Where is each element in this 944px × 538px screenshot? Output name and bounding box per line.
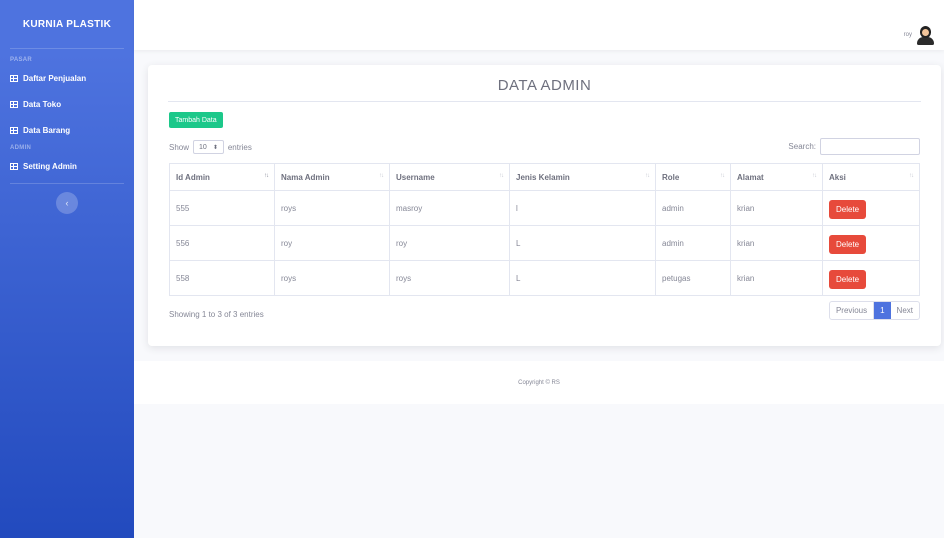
chevron-left-icon: ‹	[65, 198, 69, 208]
cell-alamat: krian	[730, 260, 823, 296]
cell-nama: roys	[274, 190, 390, 226]
sort-icon: ↑↓	[812, 173, 817, 179]
user-menu[interactable]: roy	[903, 26, 934, 45]
delete-button[interactable]: Delete	[829, 199, 867, 219]
entries-label: entries	[227, 142, 252, 152]
footer: Copyright © RS	[134, 361, 944, 404]
next-page-button[interactable]: Next	[891, 302, 919, 319]
cell-aksi: Delete	[822, 260, 920, 296]
table-icon	[10, 162, 18, 170]
column-header-nama-admin[interactable]: Nama Admin ↑↓	[274, 163, 390, 191]
data-admin-card: DATA ADMIN Tambah Data Show 10 ⬍ entries…	[148, 65, 941, 346]
sort-icon: ↑↓	[379, 173, 384, 179]
sort-icon: ↑↓	[264, 173, 269, 179]
cell-id: 558	[169, 260, 275, 296]
sidebar-toggle-button[interactable]: ‹	[56, 192, 78, 214]
table-row: 558 roys roys L petugas krian Delete	[169, 260, 920, 296]
table-info: Showing 1 to 3 of 3 entries	[169, 310, 264, 319]
sidebar: KURNIA PLASTIK PASAR Daftar Penjualan Da…	[0, 0, 134, 538]
cell-jenis-kelamin: L	[509, 225, 656, 261]
sidebar-item-setting-admin[interactable]: Setting Admin	[0, 153, 134, 179]
cell-username: masroy	[389, 190, 510, 226]
sort-icon: ↑↓	[909, 173, 914, 179]
pagination: Previous 1 Next	[828, 301, 920, 320]
page-title: DATA ADMIN	[497, 77, 592, 94]
previous-page-button[interactable]: Previous	[830, 302, 875, 319]
cell-alamat: krian	[730, 190, 823, 226]
entries-select[interactable]: 10 ⬍	[193, 140, 224, 154]
card-divider	[168, 101, 921, 102]
show-label: Show	[169, 142, 190, 152]
cell-id: 556	[169, 225, 275, 261]
sort-icon: ↑↓	[645, 173, 650, 179]
cell-username: roy	[389, 225, 510, 261]
sidebar-item-daftar-penjualan[interactable]: Daftar Penjualan	[0, 65, 134, 91]
sort-icon: ↑↓	[720, 173, 725, 179]
show-entries: Show 10 ⬍ entries	[169, 140, 252, 154]
entries-value: 10	[199, 143, 207, 151]
add-data-button[interactable]: Tambah Data	[169, 112, 223, 128]
column-header-alamat[interactable]: Alamat ↑↓	[730, 163, 823, 191]
user-name: roy	[903, 32, 912, 38]
sidebar-item-label: Data Barang	[23, 125, 71, 135]
sort-arrows-icon: ⬍	[212, 144, 218, 151]
sidebar-item-data-toko[interactable]: Data Toko	[0, 91, 134, 117]
search-input[interactable]	[820, 138, 920, 155]
sidebar-divider	[10, 183, 124, 184]
table-row: 556 roy roy L admin krian Delete	[169, 225, 920, 261]
cell-role: admin	[655, 190, 731, 226]
column-header-username[interactable]: Username ↑↓	[389, 163, 510, 191]
table-icon	[10, 126, 18, 134]
cell-alamat: krian	[730, 225, 823, 261]
cell-role: admin	[655, 225, 731, 261]
search-area: Search:	[788, 138, 920, 155]
column-header-jenis-kelamin[interactable]: Jenis Kelamin ↑↓	[509, 163, 656, 191]
cell-role: petugas	[655, 260, 731, 296]
sidebar-heading-pasar: PASAR	[10, 57, 33, 63]
avatar-icon	[916, 26, 934, 45]
delete-button[interactable]: Delete	[829, 269, 867, 289]
table-row: 555 roys masroy l admin krian Delete	[169, 190, 920, 226]
copyright-text: Copyright © RS	[518, 379, 560, 386]
cell-nama: roys	[274, 260, 390, 296]
column-header-role[interactable]: Role ↑↓	[655, 163, 731, 191]
cell-id: 555	[169, 190, 275, 226]
sidebar-item-data-barang[interactable]: Data Barang	[0, 117, 134, 143]
cell-aksi: Delete	[822, 190, 920, 226]
table-header-row: Id Admin ↑↓ Nama Admin ↑↓ Username ↑↓ Jenis…	[169, 163, 920, 191]
column-header-aksi[interactable]: Aksi ↑↓	[822, 163, 920, 191]
delete-button[interactable]: Delete	[829, 234, 867, 254]
topbar: roy	[134, 0, 944, 50]
admin-table: Id Admin ↑↓ Nama Admin ↑↓ Username ↑↓ Jenis…	[169, 163, 920, 296]
page-1-button[interactable]: 1	[874, 302, 891, 319]
sidebar-item-label: Daftar Penjualan	[23, 73, 87, 83]
sidebar-item-label: Setting Admin	[23, 161, 77, 171]
sidebar-heading-admin: ADMIN	[10, 145, 32, 151]
cell-jenis-kelamin: L	[509, 260, 656, 296]
sidebar-brand[interactable]: KURNIA PLASTIK	[0, 0, 134, 48]
cell-username: roys	[389, 260, 510, 296]
table-icon	[10, 74, 18, 82]
cell-aksi: Delete	[822, 225, 920, 261]
search-label: Search:	[788, 142, 816, 151]
cell-jenis-kelamin: l	[509, 190, 656, 226]
column-header-id-admin[interactable]: Id Admin ↑↓	[169, 163, 275, 191]
sidebar-item-label: Data Toko	[23, 99, 62, 109]
table-icon	[10, 100, 18, 108]
sort-icon: ↑↓	[499, 173, 504, 179]
cell-nama: roy	[274, 225, 390, 261]
